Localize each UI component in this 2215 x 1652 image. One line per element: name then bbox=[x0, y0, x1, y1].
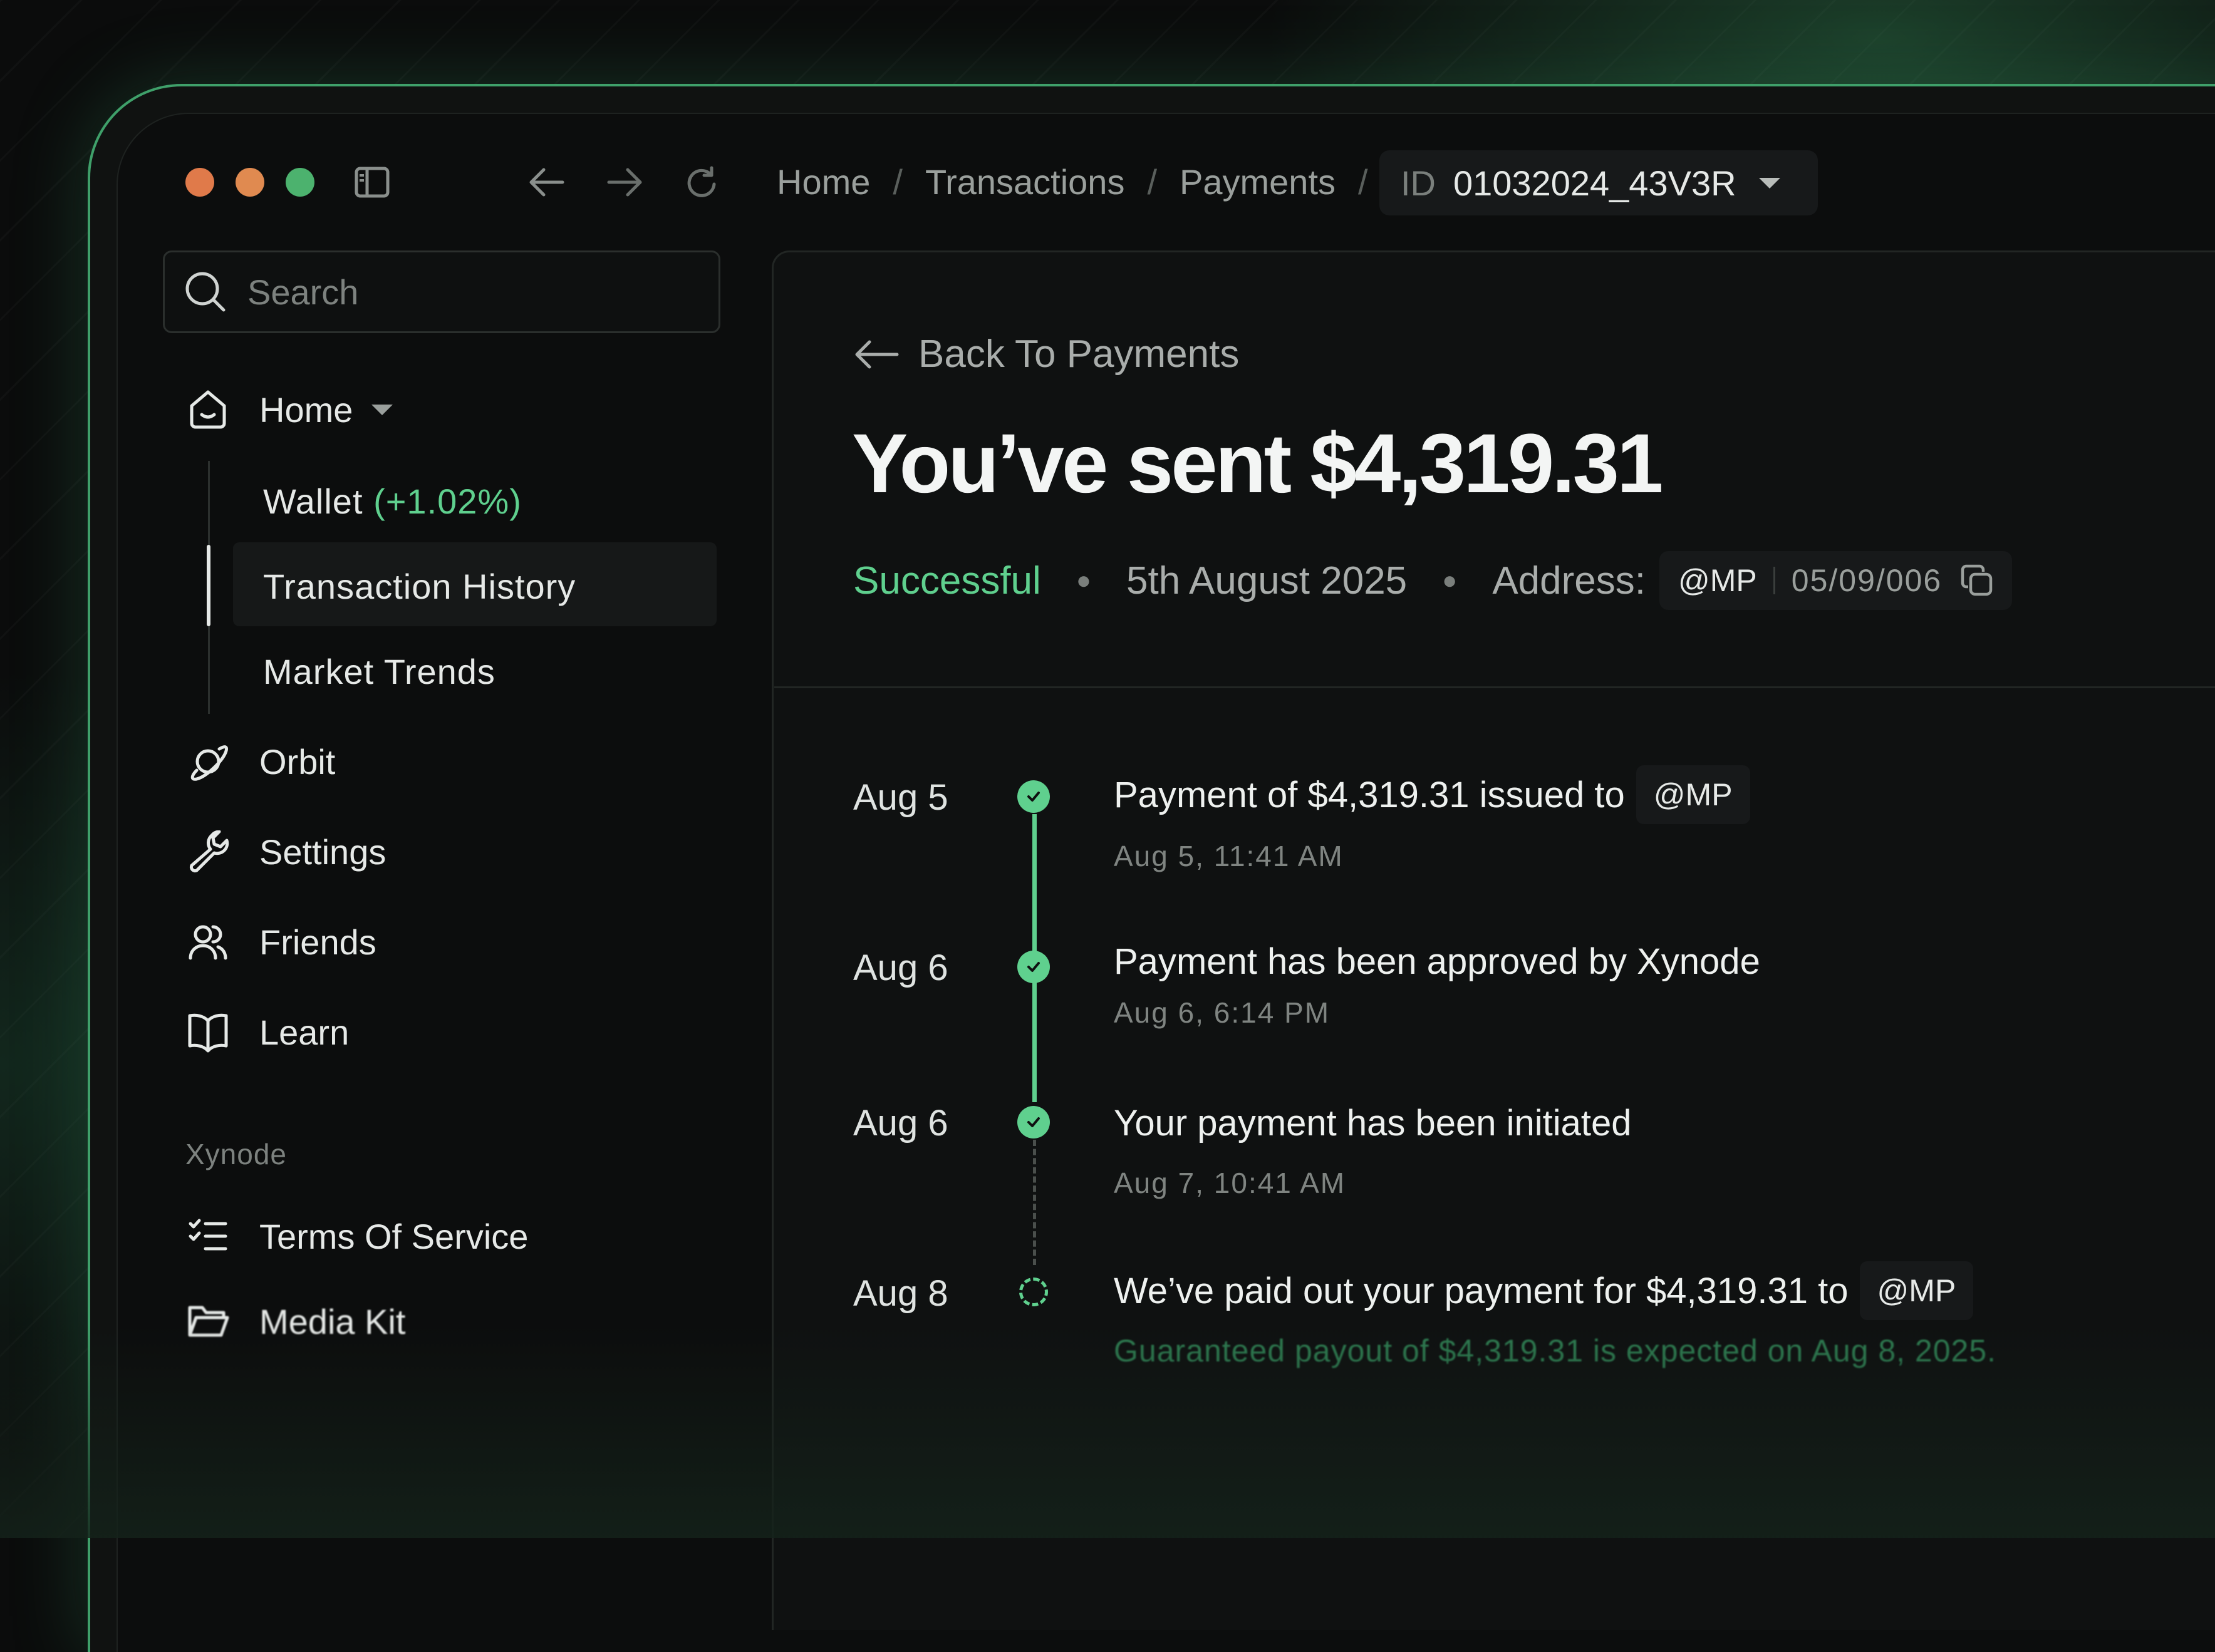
address-pill[interactable]: @MP 05/09/006 bbox=[1659, 551, 2013, 610]
sidebar-item-home[interactable]: Home bbox=[185, 387, 393, 432]
timeline-event-title: Your payment has been initiated bbox=[1114, 1102, 1632, 1144]
payment-date: 5th August 2025 bbox=[1126, 559, 1408, 602]
timeline-date: Aug 8 bbox=[853, 1273, 948, 1314]
active-indicator bbox=[207, 545, 210, 626]
sidebar-item-learn[interactable]: Learn bbox=[185, 1009, 349, 1055]
breadcrumb: Home / Transactions / Payments / bbox=[777, 162, 1391, 202]
pending-circle-icon bbox=[1019, 1278, 1048, 1306]
sidebar-item-friends[interactable]: Friends bbox=[185, 919, 376, 964]
sidebar-item-orbit[interactable]: Orbit bbox=[185, 739, 335, 784]
recipient-tag[interactable]: @MP bbox=[1859, 1261, 1974, 1320]
planet-icon bbox=[185, 739, 231, 784]
event-text: We’ve paid out your payment for $4,319.3… bbox=[1114, 1270, 1849, 1311]
search-box bbox=[163, 250, 720, 333]
search-input[interactable] bbox=[246, 271, 656, 313]
back-label: Back To Payments bbox=[918, 333, 1240, 376]
home-icon bbox=[185, 387, 231, 432]
checklist-icon bbox=[185, 1214, 231, 1259]
timeline-event-title: We’ve paid out your payment for $4,319.3… bbox=[1114, 1261, 1974, 1320]
pill-divider bbox=[1773, 567, 1775, 594]
id-label: ID bbox=[1401, 163, 1436, 203]
sidebar-item-terms-of-service[interactable]: Terms Of Service bbox=[185, 1214, 528, 1259]
timeline-event-time: Aug 5, 11:41 AM bbox=[1114, 840, 1344, 872]
breadcrumb-separator: / bbox=[893, 162, 903, 202]
payment-meta: Successful ● 5th August 2025 ● Address: … bbox=[853, 551, 2013, 610]
breadcrumb-payments[interactable]: Payments bbox=[1180, 162, 1336, 202]
sidebar-item-label: Orbit bbox=[259, 741, 336, 782]
back-arrow-icon[interactable] bbox=[527, 165, 565, 205]
minimize-window-button[interactable] bbox=[236, 168, 264, 197]
event-text: Your payment has been initiated bbox=[1114, 1103, 1632, 1143]
check-circle-icon bbox=[1017, 1106, 1050, 1138]
breadcrumb-transactions[interactable]: Transactions bbox=[925, 162, 1125, 202]
sidebar-item-media-kit[interactable]: Media Kit bbox=[185, 1299, 405, 1344]
sidebar-item-transaction-history[interactable]: Transaction History bbox=[263, 566, 576, 607]
timeline-line-pending bbox=[1033, 1140, 1036, 1265]
bullet-separator: ● bbox=[1076, 566, 1091, 594]
timeline-date: Aug 6 bbox=[853, 947, 948, 988]
timeline-event-title: Payment has been approved by Xynode bbox=[1114, 941, 1760, 983]
timeline-date: Aug 5 bbox=[853, 777, 948, 818]
check-circle-icon bbox=[1017, 951, 1050, 983]
check-circle-icon bbox=[1017, 780, 1050, 813]
copy-icon[interactable] bbox=[1961, 564, 1993, 597]
event-text: Payment has been approved by Xynode bbox=[1114, 941, 1760, 982]
event-text: Payment of $4,319.31 issued to bbox=[1114, 774, 1625, 815]
users-icon bbox=[185, 919, 231, 964]
transaction-id-dropdown[interactable]: ID 01032024_43V3R bbox=[1379, 150, 1818, 215]
payout-guarantee-note: Guaranteed payout of $4,319.31 is expect… bbox=[1114, 1333, 1997, 1368]
breadcrumb-separator: / bbox=[1358, 162, 1368, 202]
maximize-window-button[interactable] bbox=[286, 168, 314, 197]
wrench-icon bbox=[185, 829, 231, 874]
folder-icon bbox=[185, 1299, 231, 1344]
status-badge: Successful bbox=[853, 559, 1041, 602]
address-label: Address: bbox=[1492, 559, 1646, 602]
divider bbox=[774, 686, 2215, 688]
reload-icon[interactable] bbox=[684, 164, 719, 207]
timeline-event-time: Aug 6, 6:14 PM bbox=[1114, 996, 1331, 1029]
sidebar-item-wallet[interactable]: Wallet (+1.02%) bbox=[263, 481, 522, 522]
sidebar-toggle-icon[interactable] bbox=[355, 167, 390, 204]
search-icon bbox=[184, 270, 227, 314]
sidebar-item-label: Home bbox=[259, 390, 353, 430]
recipient-tag[interactable]: @MP bbox=[1636, 765, 1750, 824]
timeline-date: Aug 6 bbox=[853, 1103, 948, 1143]
forward-arrow-icon[interactable] bbox=[606, 165, 644, 205]
timeline-event-time: Aug 7, 10:41 AM bbox=[1114, 1167, 1346, 1199]
timeline-event-title: Payment of $4,319.31 issued to @MP bbox=[1114, 765, 1750, 824]
sidebar-item-label: Media Kit bbox=[259, 1301, 406, 1341]
wallet-label: Wallet bbox=[263, 482, 363, 521]
address-code: 05/09/006 bbox=[1791, 563, 1943, 598]
breadcrumb-separator: / bbox=[1147, 162, 1158, 202]
back-to-payments-link[interactable]: Back To Payments bbox=[853, 332, 1239, 376]
address-handle: @MP bbox=[1678, 563, 1757, 598]
chevron-down-icon bbox=[371, 404, 393, 415]
bullet-separator: ● bbox=[1442, 566, 1458, 594]
sidebar-item-label: Terms Of Service bbox=[259, 1216, 529, 1256]
page-title: You’ve sent $4,319.31 bbox=[852, 417, 1664, 510]
sidebar-item-label: Settings bbox=[259, 832, 386, 872]
wallet-change-badge: (+1.02%) bbox=[373, 482, 522, 521]
sidebar-item-label: Friends bbox=[259, 922, 376, 962]
close-window-button[interactable] bbox=[185, 168, 214, 197]
sidebar-item-settings[interactable]: Settings bbox=[185, 829, 386, 874]
breadcrumb-home[interactable]: Home bbox=[777, 162, 870, 202]
book-icon bbox=[185, 1009, 231, 1055]
arrow-left-icon bbox=[853, 339, 900, 370]
id-value: 01032024_43V3R bbox=[1453, 163, 1736, 203]
sidebar-item-market-trends[interactable]: Market Trends bbox=[263, 651, 495, 692]
sidebar-item-label: Learn bbox=[259, 1012, 350, 1052]
section-heading: Xynode bbox=[185, 1138, 288, 1170]
chevron-down-icon bbox=[1758, 177, 1780, 188]
